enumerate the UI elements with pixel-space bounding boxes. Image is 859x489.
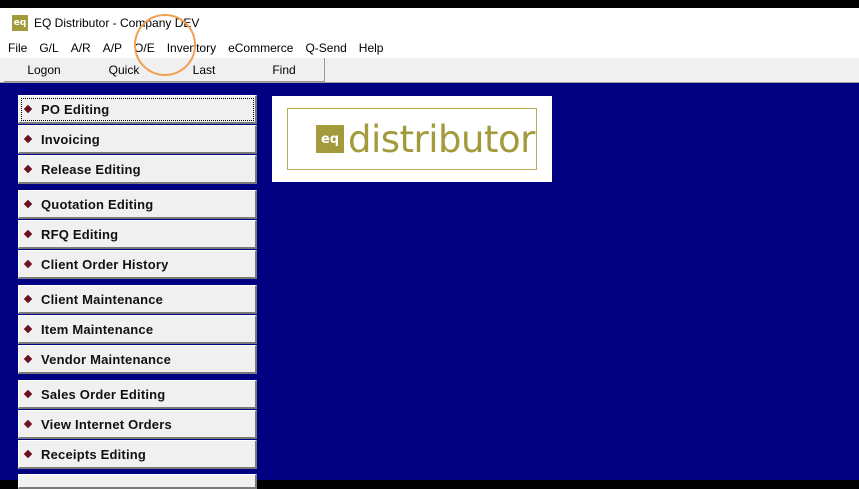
- nav-label: Sales Order Editing: [41, 386, 166, 402]
- nav-label: RFQ Editing: [41, 226, 119, 242]
- bullet-icon: [23, 164, 33, 174]
- app-icon: eq: [12, 15, 28, 31]
- nav-label: Quotation Editing: [41, 196, 154, 212]
- quick-button[interactable]: Quick: [84, 58, 165, 82]
- quotation-editing-button[interactable]: Quotation Editing: [18, 190, 257, 219]
- release-editing-button[interactable]: Release Editing: [18, 155, 257, 184]
- bullet-icon: [23, 419, 33, 429]
- logon-label: Logon: [27, 62, 61, 77]
- logo: eq distributor: [287, 108, 537, 170]
- nav-label: Client Order History: [41, 256, 169, 272]
- logo-wordmark: distributor: [348, 117, 535, 161]
- find-label: Find: [272, 62, 296, 77]
- bullet-icon: [23, 134, 33, 144]
- bullet-icon: [23, 229, 33, 239]
- last-label: Last: [192, 62, 216, 77]
- client-order-history-button[interactable]: Client Order History: [18, 250, 257, 279]
- bullet-icon: [23, 324, 33, 334]
- menu-inventory[interactable]: Inventory: [167, 41, 224, 55]
- window-title: EQ Distributor - Company DEV: [34, 16, 200, 30]
- bullet-icon: [23, 259, 33, 269]
- client-maintenance-button[interactable]: Client Maintenance: [18, 285, 257, 314]
- bullet-icon: [23, 449, 33, 459]
- menu-help[interactable]: Help: [359, 41, 392, 55]
- nav-label: Receipts Editing: [41, 446, 147, 462]
- logo-panel: eq distributor: [272, 96, 552, 182]
- quick-label: Quick: [108, 62, 140, 77]
- menu-file[interactable]: File: [8, 41, 35, 55]
- bullet-icon: [23, 354, 33, 364]
- nav-label: Client Maintenance: [41, 291, 164, 307]
- rfq-editing-button[interactable]: RFQ Editing: [18, 220, 257, 249]
- last-button[interactable]: Last: [164, 58, 245, 82]
- main-area: PO Editing Invoicing Release Editing Quo…: [0, 83, 859, 489]
- vendor-maintenance-button[interactable]: Vendor Maintenance: [18, 345, 257, 374]
- item-maintenance-button[interactable]: Item Maintenance: [18, 315, 257, 344]
- menu-gl[interactable]: G/L: [39, 41, 66, 55]
- logon-button[interactable]: Logon: [4, 58, 85, 82]
- receipts-editing-button[interactable]: Receipts Editing: [18, 440, 257, 469]
- bullet-icon: [23, 294, 33, 304]
- next-nav-button-partial[interactable]: [18, 474, 257, 489]
- view-internet-orders-button[interactable]: View Internet Orders: [18, 410, 257, 439]
- bullet-icon: [23, 389, 33, 399]
- nav-label: Invoicing: [41, 131, 100, 147]
- top-edge: [0, 0, 859, 8]
- logo-mark: eq: [316, 125, 344, 153]
- menu-bar: File G/L A/R A/P O/E Inventory eCommerce…: [0, 38, 859, 58]
- nav-label: Item Maintenance: [41, 321, 154, 337]
- bullet-icon: [23, 104, 33, 114]
- menu-ar[interactable]: A/R: [71, 41, 99, 55]
- menu-oe[interactable]: O/E: [134, 41, 163, 55]
- nav-label: View Internet Orders: [41, 416, 172, 432]
- sales-order-editing-button[interactable]: Sales Order Editing: [18, 380, 257, 409]
- toolbar: Logon Quick Last Find: [0, 58, 859, 83]
- menu-ecommerce[interactable]: eCommerce: [228, 41, 301, 55]
- bullet-icon: [23, 199, 33, 209]
- po-editing-button[interactable]: PO Editing: [18, 95, 257, 124]
- nav-label: Vendor Maintenance: [41, 351, 172, 367]
- nav-label: PO Editing: [41, 101, 110, 117]
- menu-qsend[interactable]: Q-Send: [305, 41, 354, 55]
- nav-label: Release Editing: [41, 161, 141, 177]
- invoicing-button[interactable]: Invoicing: [18, 125, 257, 154]
- title-bar: eq EQ Distributor - Company DEV: [0, 8, 859, 38]
- find-button[interactable]: Find: [244, 58, 325, 82]
- menu-ap[interactable]: A/P: [103, 41, 130, 55]
